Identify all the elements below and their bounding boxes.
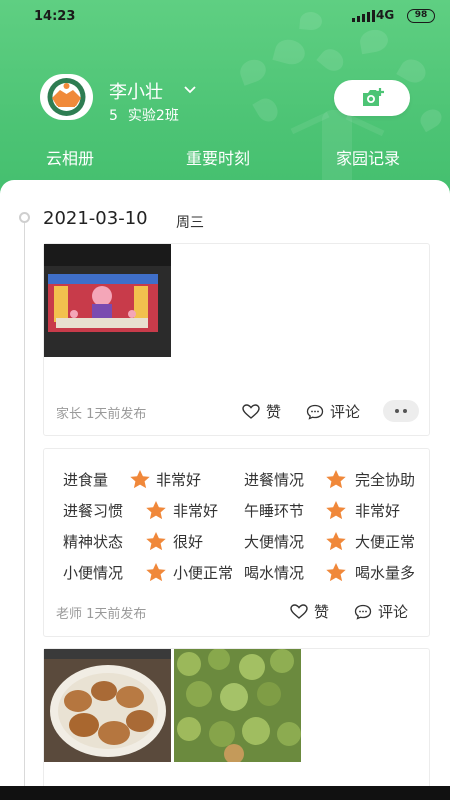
- star-icon: [326, 563, 346, 582]
- system-navigation-bar: [0, 786, 450, 800]
- tab-home-school-record[interactable]: 家园记录: [336, 145, 400, 169]
- eval-label: 喝水情况: [244, 564, 305, 582]
- camera-plus-icon: [363, 88, 384, 106]
- status-time: 14:23: [34, 9, 76, 24]
- heart-icon: [290, 603, 308, 619]
- avatar[interactable]: [40, 74, 93, 120]
- timeline-line: [24, 217, 25, 800]
- like-button[interactable]: 赞: [290, 601, 329, 622]
- timeline-date: 2021-03-10: [43, 208, 148, 229]
- eval-label: 精神状态: [63, 533, 124, 551]
- post-photo[interactable]: [44, 244, 171, 357]
- eval-value: 小便正常: [173, 564, 234, 582]
- eval-label: 进餐习惯: [63, 502, 124, 520]
- like-label: 赞: [314, 603, 330, 621]
- like-label: 赞: [266, 403, 282, 421]
- chevron-down-icon[interactable]: [184, 80, 196, 99]
- star-icon: [146, 563, 166, 582]
- timeline-dot: [19, 212, 30, 223]
- battery-indicator: 98: [407, 9, 435, 23]
- eval-label: 小便情况: [63, 564, 124, 582]
- star-icon: [326, 501, 346, 520]
- post-photo[interactable]: [174, 649, 301, 762]
- post-meta: 老师 1天前发布: [56, 607, 147, 622]
- class-name: 实验2班: [127, 108, 179, 124]
- eval-value: 大便正常: [355, 533, 416, 551]
- timeline-weekday: 周三: [176, 215, 204, 231]
- tab-important-moments[interactable]: 重要时刻: [186, 145, 250, 169]
- tab-cloud-album[interactable]: 云相册: [46, 145, 94, 169]
- child-name[interactable]: 李小壮: [109, 78, 163, 104]
- eval-row: 进食量 非常好 进餐情况 完全协助: [63, 469, 433, 491]
- eval-value: 非常好: [173, 502, 219, 520]
- eval-value: 非常好: [355, 502, 401, 520]
- camera-button[interactable]: [334, 80, 410, 116]
- heart-icon: [242, 403, 260, 419]
- star-icon: [326, 532, 346, 551]
- status-bar: 14:23 4G 98: [0, 0, 450, 34]
- star-icon: [326, 470, 346, 489]
- eval-row: 小便情况 小便正常 喝水情况 喝水量多: [63, 562, 433, 584]
- network-type: 4G: [376, 8, 395, 22]
- post-card-photos: [43, 648, 430, 800]
- tab-bar: 云相册 重要时刻 家园记录: [0, 145, 450, 169]
- signal-icon: [352, 10, 375, 22]
- eval-value: 完全协助: [355, 471, 416, 489]
- comment-icon: [354, 604, 372, 620]
- eval-label: 进食量: [63, 471, 109, 489]
- comment-button[interactable]: 评论: [354, 601, 408, 622]
- post-card-parent: 家长 1天前发布 赞 评论: [43, 243, 430, 436]
- class-number: 5: [109, 108, 118, 124]
- class-info: 5 实验2班: [109, 105, 189, 125]
- like-button[interactable]: 赞: [242, 401, 281, 422]
- comment-label: 评论: [330, 403, 361, 421]
- post-meta: 家长 1天前发布: [56, 407, 147, 422]
- post-photo[interactable]: [44, 649, 171, 762]
- eval-label: 午睡环节: [244, 502, 305, 520]
- eval-value: 很好: [173, 533, 204, 551]
- comment-icon: [306, 404, 324, 420]
- eval-value: 非常好: [156, 471, 202, 489]
- eval-value: 喝水量多: [355, 564, 416, 582]
- eval-row: 进餐习惯 非常好 午睡环节 非常好: [63, 500, 433, 522]
- eval-label: 大便情况: [244, 533, 305, 551]
- eval-row: 精神状态 很好 大便情况 大便正常: [63, 531, 433, 553]
- star-icon: [146, 532, 166, 551]
- star-icon: [130, 470, 150, 489]
- post-card-teacher: 进食量 非常好 进餐情况 完全协助 进餐习惯 非常好 午睡环节 非常好 精神状态…: [43, 448, 430, 637]
- star-icon: [146, 501, 166, 520]
- more-icon[interactable]: [383, 400, 419, 422]
- eval-label: 进餐情况: [244, 471, 305, 489]
- comment-label: 评论: [378, 603, 409, 621]
- comment-button[interactable]: 评论: [306, 401, 360, 422]
